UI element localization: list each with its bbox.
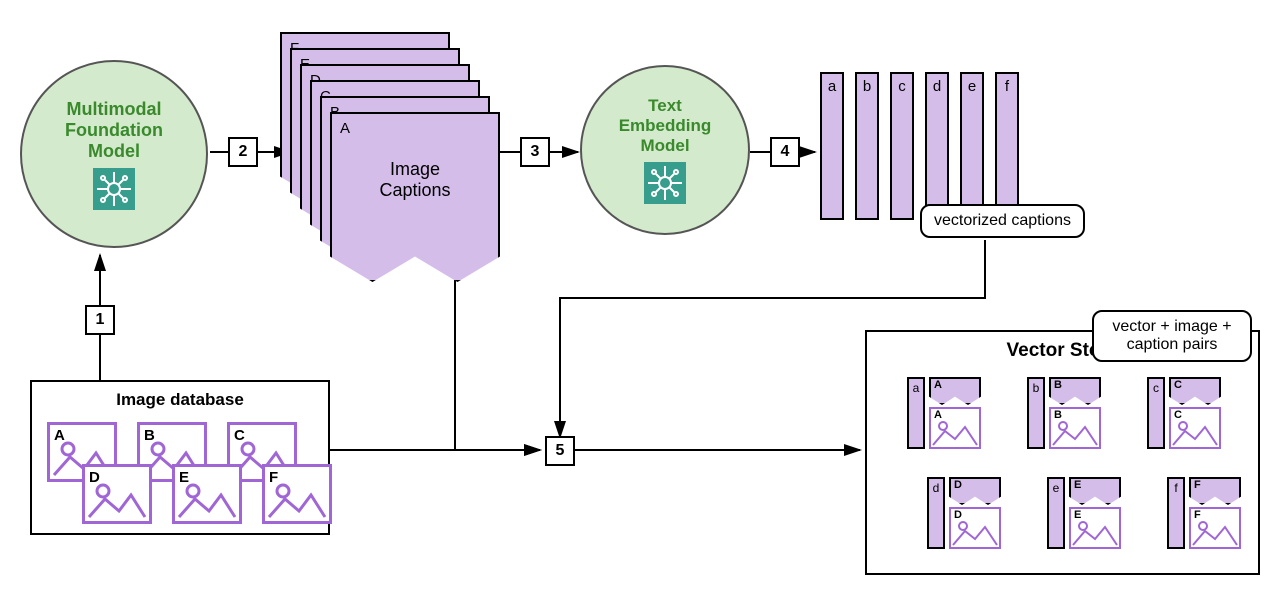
vector-c-label: c	[898, 78, 906, 95]
vectorized-captions-label: vectorized captions	[920, 204, 1085, 238]
vs-bar-f: f	[1167, 477, 1185, 549]
mfm-title: Multimodal Foundation Model	[65, 99, 163, 162]
vector-a-label: a	[828, 78, 836, 95]
image-database-panel: Image database A B C D E F	[30, 380, 330, 535]
vector-f-label: f	[1005, 78, 1009, 95]
vector-store-panel: Vector Store a A A b B B c C C d D D e E…	[865, 330, 1260, 575]
vs-image-B: B	[1049, 407, 1101, 449]
vector-bar-a: a	[820, 72, 844, 220]
vector-bar-b: b	[855, 72, 879, 220]
step-4-label: 4	[781, 143, 790, 161]
image-E: E	[172, 464, 242, 524]
step-2-label: 2	[239, 143, 248, 161]
vs-bar-a: a	[907, 377, 925, 449]
vs-caption-B: B	[1049, 377, 1101, 405]
step-1: 1	[85, 305, 115, 335]
vs-image-C: C	[1169, 407, 1221, 449]
vector-bar-f: f	[995, 72, 1019, 220]
vs-caption-D: D	[949, 477, 1001, 505]
image-F: F	[262, 464, 332, 524]
caption-A-label: A	[340, 120, 350, 137]
vs-bar-d: d	[927, 477, 945, 549]
vector-bar-c: c	[890, 72, 914, 220]
vector-bar-e: e	[960, 72, 984, 220]
caption-card-A: A Image Captions	[330, 112, 500, 282]
step-5-label: 5	[556, 442, 565, 460]
image-D: D	[82, 464, 152, 524]
ai-chip-icon	[93, 168, 135, 210]
vs-bar-c: c	[1147, 377, 1165, 449]
vs-caption-F: F	[1189, 477, 1241, 505]
vs-image-F: F	[1189, 507, 1241, 549]
step-5: 5	[545, 436, 575, 466]
image-database-title: Image database	[32, 382, 328, 414]
vs-image-D: D	[949, 507, 1001, 549]
vs-image-E: E	[1069, 507, 1121, 549]
step-3-label: 3	[531, 143, 540, 161]
multimodal-foundation-model: Multimodal Foundation Model	[20, 60, 208, 248]
step-3: 3	[520, 137, 550, 167]
vs-caption-A: A	[929, 377, 981, 405]
step-4: 4	[770, 137, 800, 167]
vector-store-description-text: vector + image + caption pairs	[1112, 318, 1231, 353]
vs-caption-E: E	[1069, 477, 1121, 505]
vs-bar-e: e	[1047, 477, 1065, 549]
vs-image-A: A	[929, 407, 981, 449]
vectorized-captions-text: vectorized captions	[934, 212, 1071, 229]
vector-store-description-label: vector + image + caption pairs	[1092, 310, 1252, 362]
step-2: 2	[228, 137, 258, 167]
diagram-canvas: Multimodal Foundation Model 1 2 Image da…	[0, 0, 1288, 610]
vs-caption-C: C	[1169, 377, 1221, 405]
text-embedding-model: Text Embedding Model	[580, 65, 750, 235]
vector-e-label: e	[968, 78, 976, 95]
vector-bar-d: d	[925, 72, 949, 220]
vector-d-label: d	[933, 78, 941, 95]
vector-b-label: b	[863, 78, 871, 95]
ai-chip-icon	[644, 162, 686, 204]
caption-stack-title: Image Captions	[332, 159, 498, 201]
tem-title: Text Embedding Model	[619, 96, 712, 156]
step-1-label: 1	[96, 311, 105, 329]
vs-bar-b: b	[1027, 377, 1045, 449]
